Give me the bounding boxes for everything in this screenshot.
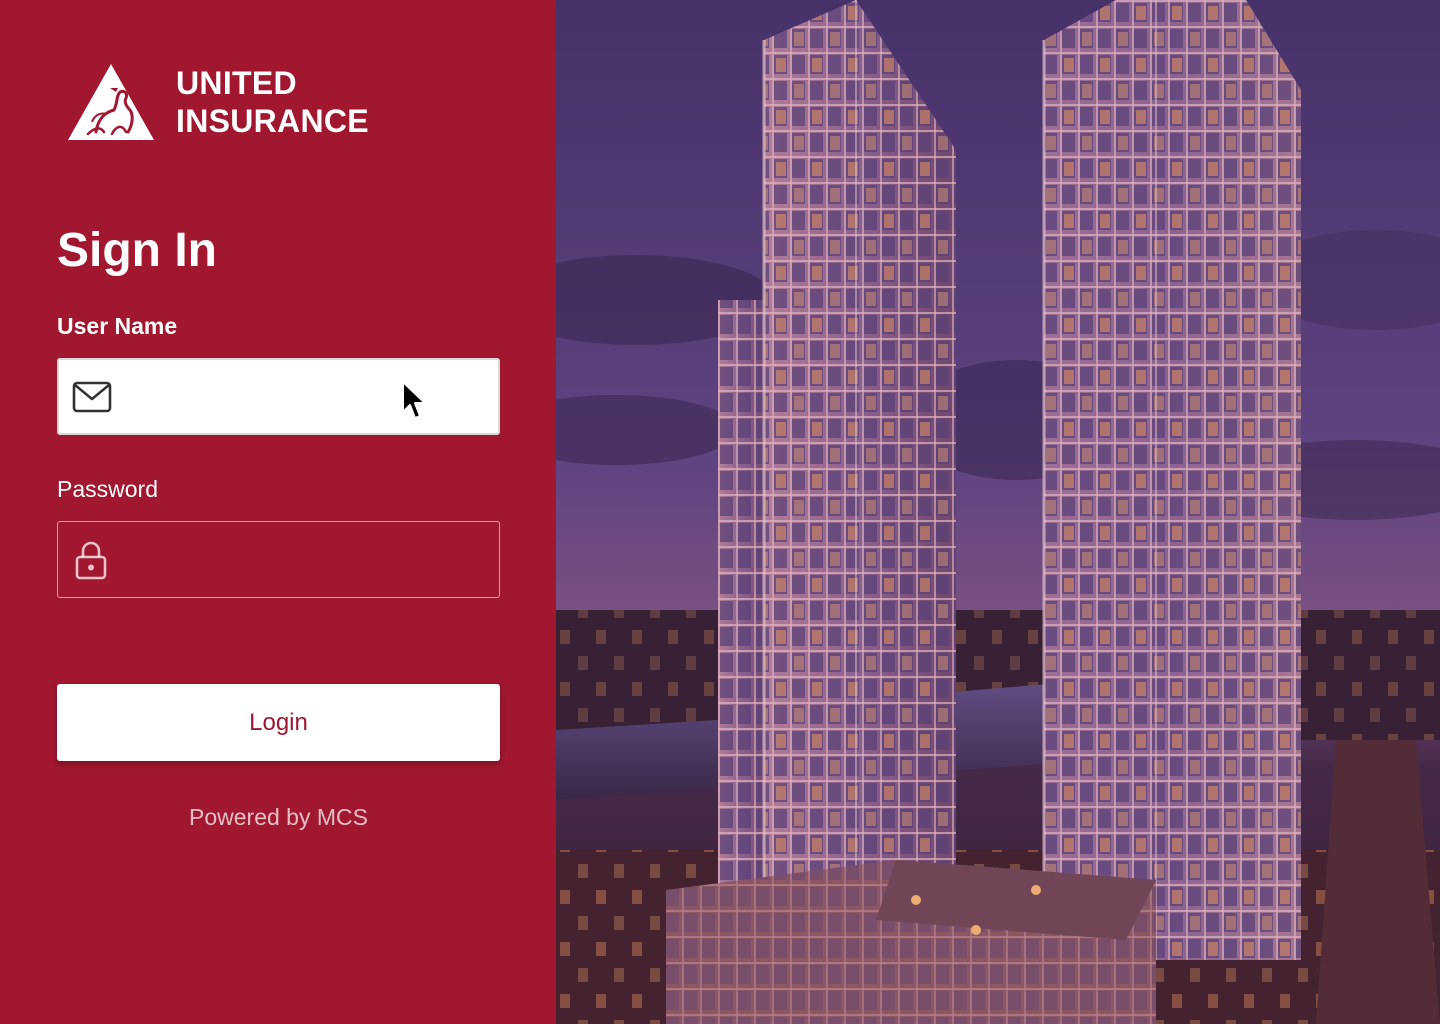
brand-name: UNITED INSURANCE [176,64,369,140]
powered-by-text: Powered by MCS [189,804,368,830]
hero-image [556,0,1440,1024]
city-towers-illustration [556,0,1440,1024]
mail-icon [72,377,112,417]
page-title: Sign In [57,224,217,277]
lion-triangle-logo-icon [68,64,154,140]
login-panel: UNITED INSURANCE Sign In User Name Passw… [0,0,556,1024]
username-input[interactable] [112,360,498,433]
password-label: Password [57,476,158,502]
brand-name-line2: INSURANCE [176,103,369,139]
login-page: UNITED INSURANCE Sign In User Name Passw… [0,0,1440,1024]
brand-name-line1: UNITED [176,65,297,101]
login-button[interactable]: Login [57,684,500,761]
lock-icon [71,540,111,580]
username-field[interactable] [57,358,500,435]
username-label: User Name [57,313,178,339]
password-input[interactable] [111,522,499,597]
password-field[interactable] [57,521,500,598]
brand-logo: UNITED INSURANCE [66,62,369,142]
